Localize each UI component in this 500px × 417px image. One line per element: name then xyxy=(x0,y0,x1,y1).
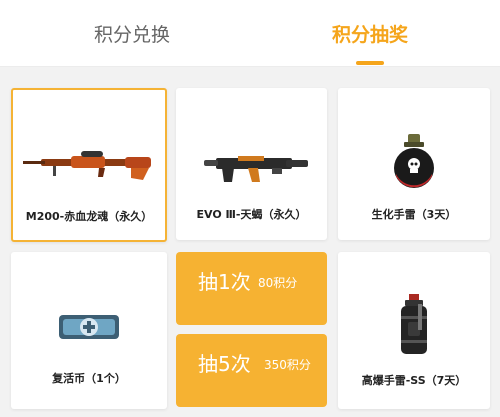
draw-five-cost: 350积分 xyxy=(264,358,311,372)
draw-five-button[interactable]: 抽5次 350积分 xyxy=(176,334,327,407)
draw-five-label: 抽5次 xyxy=(198,352,251,376)
draw-once-label: 抽1次 xyxy=(198,270,251,294)
prize-label: 复活币（1个） xyxy=(52,372,126,385)
prize-card-revive-coin[interactable]: 复活币（1个） xyxy=(11,252,167,409)
prize-card-evo3[interactable]: EVO Ⅲ-天蝎（永久） xyxy=(176,88,327,240)
tab-points-lottery[interactable]: 积分抽奖 xyxy=(300,20,440,50)
active-tab-indicator xyxy=(356,61,384,65)
assault-rifle-icon xyxy=(176,148,327,188)
prize-card-bio-grenade[interactable]: 生化手雷（3天） xyxy=(338,88,490,240)
he-grenade-icon xyxy=(338,292,490,362)
draw-once-button[interactable]: 抽1次 80积分 xyxy=(176,252,327,325)
prize-card-m200[interactable]: M200-赤血龙魂（永久） xyxy=(11,88,167,242)
revive-coin-icon xyxy=(11,312,167,342)
prize-label: M200-赤血龙魂（永久） xyxy=(25,210,153,223)
tab-bar: 积分兑换 积分抽奖 xyxy=(0,0,500,67)
sniper-rifle-icon xyxy=(13,145,165,185)
draw-once-cost: 80积分 xyxy=(258,276,298,290)
prize-label: 生化手雷（3天） xyxy=(371,208,457,221)
tab-points-exchange[interactable]: 积分兑换 xyxy=(62,20,202,50)
prize-label: 高爆手雷-SS（7天） xyxy=(361,374,467,387)
prize-card-he-grenade[interactable]: 高爆手雷-SS（7天） xyxy=(338,252,490,409)
bio-grenade-icon xyxy=(338,132,490,192)
prize-label: EVO Ⅲ-天蝎（永久） xyxy=(196,208,307,221)
